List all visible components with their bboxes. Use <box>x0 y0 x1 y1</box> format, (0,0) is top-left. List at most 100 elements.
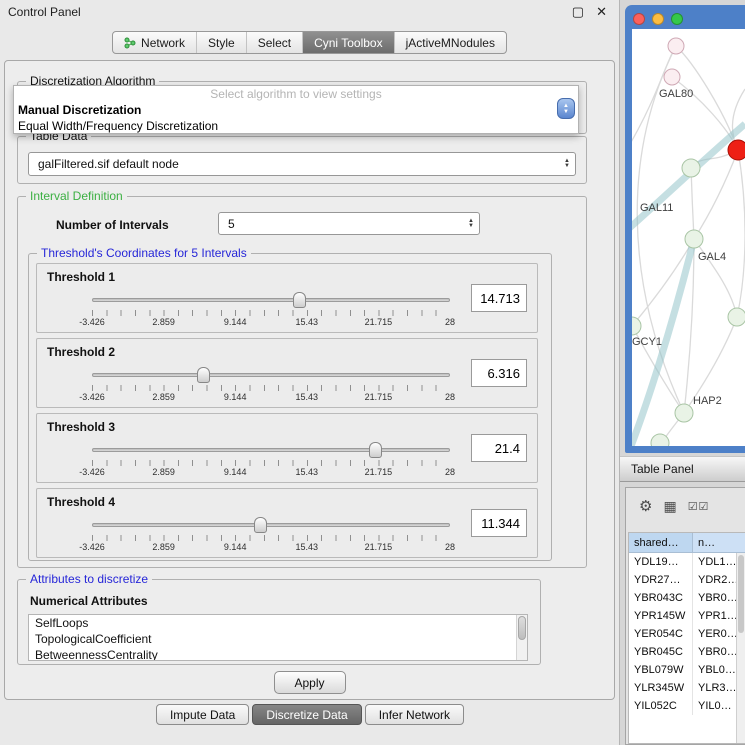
table-row[interactable]: YBL079WYBL0… <box>629 661 745 679</box>
threshold-4-slider-thumb[interactable] <box>254 517 267 533</box>
columns-icon[interactable]: ▦ <box>663 498 676 515</box>
slider-tick-labels: -3.4262.859 9.14415.43 21.71528 <box>92 317 450 328</box>
scrollbar-thumb[interactable] <box>518 616 526 640</box>
slider-ticks <box>92 535 450 541</box>
network-node[interactable] <box>728 308 745 326</box>
zoom-traffic-light[interactable] <box>671 13 683 25</box>
table-row[interactable]: YER054CYER0… <box>629 625 745 643</box>
algorithm-placeholder: Select algorithm to view settings <box>14 86 578 102</box>
table-row[interactable]: YDR27…YDR2… <box>629 571 745 589</box>
network-node-label: GAL11 <box>640 202 673 214</box>
tab-select-label: Select <box>258 36 291 50</box>
attributes-list-scrollbar[interactable] <box>516 615 527 660</box>
number-of-intervals-combobox[interactable]: 5 ▲▼ <box>218 212 480 235</box>
tab-style-label: Style <box>208 36 235 50</box>
list-item[interactable]: SelfLoops <box>29 615 527 631</box>
table-panel-title: Table Panel <box>631 462 694 476</box>
threshold-1-label: Threshold 1 <box>47 270 115 284</box>
table-row[interactable]: YBR045CYBR0… <box>629 643 745 661</box>
control-panel-window: Control Panel ▢ ✕ Network Style Se <box>0 0 620 745</box>
slider-track[interactable] <box>92 448 450 452</box>
tab-jactivemnodules[interactable]: jActiveMNodules <box>395 32 506 53</box>
threshold-coordinates-group: Threshold's Coordinates for 5 Intervals … <box>28 253 552 561</box>
right-region: GAL80 GAL11 GAL4 GCY1 HAP2 Table Panel ⚙… <box>620 0 745 745</box>
algorithm-combobox-stepper[interactable]: ▲ ▼ <box>557 98 575 119</box>
bottom-tabbar: Impute Data Discretize Data Infer Networ… <box>0 704 620 725</box>
network-node-selected[interactable] <box>728 140 745 160</box>
threshold-3-slider[interactable] <box>92 442 450 458</box>
threshold-4-value-field[interactable]: 11.344 <box>471 509 527 537</box>
threshold-1-value-field[interactable]: 14.713 <box>471 284 527 312</box>
tab-jactivemnodules-label: jActiveMNodules <box>406 36 495 50</box>
table-scrollbar[interactable] <box>736 553 745 743</box>
tab-network[interactable]: Network <box>113 32 197 53</box>
table-data-group: Table Data galFiltered.sif default node … <box>17 136 587 184</box>
select-checkboxes-icon[interactable]: ☑☑ <box>688 500 710 513</box>
network-node[interactable] <box>675 404 693 422</box>
threshold-2-value-field[interactable]: 6.316 <box>471 359 527 387</box>
interval-definition-group: Interval Definition Number of Intervals … <box>17 196 587 568</box>
list-item[interactable]: BetweennessCentrality <box>29 647 527 661</box>
table-data-combobox[interactable]: galFiltered.sif default node ▲▼ <box>28 152 576 176</box>
tab-infer-network[interactable]: Infer Network <box>365 704 464 725</box>
slider-track[interactable] <box>92 373 450 377</box>
table-row[interactable]: YDL19…YDL1… <box>629 553 745 571</box>
network-node-label: GAL80 <box>659 88 693 100</box>
apply-button[interactable]: Apply <box>274 671 346 694</box>
table-header-row: shared… n… <box>629 533 745 553</box>
network-node-label: GCY1 <box>632 336 662 348</box>
network-node-label: GAL4 <box>698 251 726 263</box>
network-node[interactable] <box>668 38 684 54</box>
threshold-2-panel: Threshold 2 -3.4262.859 9.14415.43 21.71… <box>36 338 538 408</box>
network-canvas[interactable]: GAL80 GAL11 GAL4 GCY1 HAP2 <box>632 29 745 446</box>
network-node-label: HAP2 <box>693 395 722 407</box>
threshold-3-value-field[interactable]: 21.4 <box>471 434 527 462</box>
tab-impute-data[interactable]: Impute Data <box>156 704 249 725</box>
network-node[interactable] <box>664 69 680 85</box>
minimize-traffic-light[interactable] <box>652 13 664 25</box>
threshold-4-slider[interactable] <box>92 517 450 533</box>
numerical-attributes-list: SelfLoops TopologicalCoefficient Between… <box>28 614 528 661</box>
close-traffic-light[interactable] <box>633 13 645 25</box>
network-node[interactable] <box>682 159 700 177</box>
threshold-2-label: Threshold 2 <box>47 345 115 359</box>
close-window-icon[interactable]: ✕ <box>596 4 607 20</box>
network-node[interactable] <box>685 230 703 248</box>
titlebar: Control Panel ▢ ✕ <box>0 0 619 24</box>
float-window-icon[interactable]: ▢ <box>572 4 584 20</box>
table-panel: ⚙ ▦ ☑☑ shared… n… YDL19…YDL1… YDR27…YDR2… <box>625 487 745 745</box>
tab-select[interactable]: Select <box>247 32 303 53</box>
algorithm-option-equal-width[interactable]: Equal Width/Frequency Discretization <box>14 118 578 134</box>
window-controls <box>633 13 683 25</box>
threshold-coordinates-legend: Threshold's Coordinates for 5 Intervals <box>37 246 251 261</box>
tab-network-label: Network <box>141 36 185 50</box>
list-item[interactable]: TopologicalCoefficient <box>29 631 527 647</box>
threshold-2-slider[interactable] <box>92 367 450 383</box>
table-panel-titlebar: Table Panel <box>620 456 745 482</box>
threshold-4-panel: Threshold 4 -3.4262.859 9.14415.43 21.71… <box>36 488 538 558</box>
window-title: Control Panel <box>0 5 572 19</box>
column-header-shared-name[interactable]: shared… <box>629 533 693 552</box>
combobox-arrows-icon: ▲▼ <box>468 219 474 229</box>
column-header-name[interactable]: n… <box>693 533 745 552</box>
tab-style[interactable]: Style <box>197 32 247 53</box>
algorithm-option-manual[interactable]: Manual Discretization <box>14 102 578 118</box>
table-row[interactable]: YLR345WYLR3… <box>629 679 745 697</box>
combobox-arrows-icon: ▲▼ <box>564 159 570 169</box>
table-row[interactable]: YBR043CYBR0… <box>629 589 745 607</box>
table-toolbar: ⚙ ▦ ☑☑ <box>626 488 745 524</box>
slider-track[interactable] <box>92 523 450 527</box>
threshold-1-slider[interactable] <box>92 292 450 308</box>
scrollbar-thumb[interactable] <box>738 555 744 633</box>
slider-track[interactable] <box>92 298 450 302</box>
threshold-1-slider-thumb[interactable] <box>293 292 306 308</box>
tab-discretize-data[interactable]: Discretize Data <box>252 704 361 725</box>
numerical-attributes-label: Numerical Attributes <box>30 594 148 608</box>
tab-cyni-toolbox[interactable]: Cyni Toolbox <box>303 32 394 53</box>
threshold-3-slider-thumb[interactable] <box>369 442 382 458</box>
gear-icon[interactable]: ⚙ <box>639 497 652 515</box>
threshold-2-slider-thumb[interactable] <box>197 367 210 383</box>
network-node[interactable] <box>632 317 641 335</box>
table-row[interactable]: YIL052CYIL0… <box>629 697 745 715</box>
table-row[interactable]: YPR145WYPR1… <box>629 607 745 625</box>
